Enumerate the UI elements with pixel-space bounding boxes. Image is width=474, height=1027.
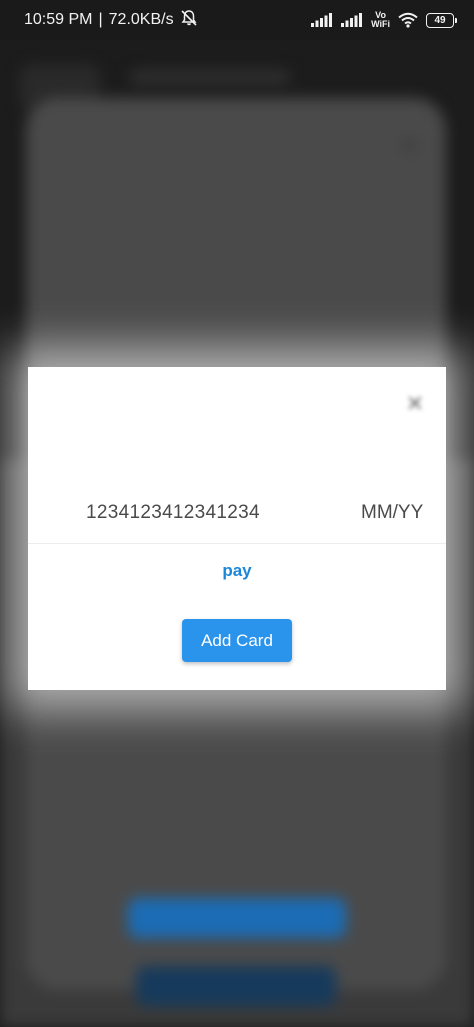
input-divider bbox=[28, 543, 446, 544]
signal-strength-icon bbox=[311, 13, 333, 27]
muted-bell-icon bbox=[180, 9, 198, 32]
pay-link[interactable]: pay bbox=[28, 561, 446, 581]
signal-strength-2-icon bbox=[341, 13, 363, 27]
background-secondary-button bbox=[136, 966, 336, 1006]
status-separator: | bbox=[98, 11, 103, 28]
vowifi-bottom-label: WiFi bbox=[371, 19, 390, 29]
background-primary-button bbox=[128, 898, 346, 938]
expiry-date-input[interactable]: MM/YY bbox=[361, 502, 441, 532]
network-speed: 72.0KB/s bbox=[108, 11, 174, 28]
status-right: Vo WiFi 49 bbox=[311, 11, 457, 29]
background-top-text bbox=[130, 70, 290, 84]
status-left: 10:59 PM | 72.0KB/s bbox=[24, 9, 198, 32]
wifi-icon bbox=[398, 12, 418, 28]
add-card-button[interactable]: Add Card bbox=[182, 619, 292, 662]
vowifi-indicator: Vo WiFi bbox=[371, 11, 390, 29]
card-number-input[interactable]: 1234123412341234 bbox=[86, 502, 306, 532]
status-bar: 10:59 PM | 72.0KB/s Vo WiFi 49 bbox=[0, 0, 474, 40]
app-screen: 10:59 PM | 72.0KB/s Vo WiFi 49 ✕ ✕ 12341… bbox=[0, 0, 474, 1027]
add-card-dialog: ✕ 1234123412341234 MM/YY pay Add Card bbox=[28, 367, 446, 690]
battery-level: 49 bbox=[434, 14, 446, 26]
battery-icon: 49 bbox=[426, 12, 457, 28]
status-time: 10:59 PM bbox=[24, 11, 93, 28]
background-close-icon: ✕ bbox=[400, 134, 419, 159]
close-icon[interactable]: ✕ bbox=[404, 393, 426, 415]
